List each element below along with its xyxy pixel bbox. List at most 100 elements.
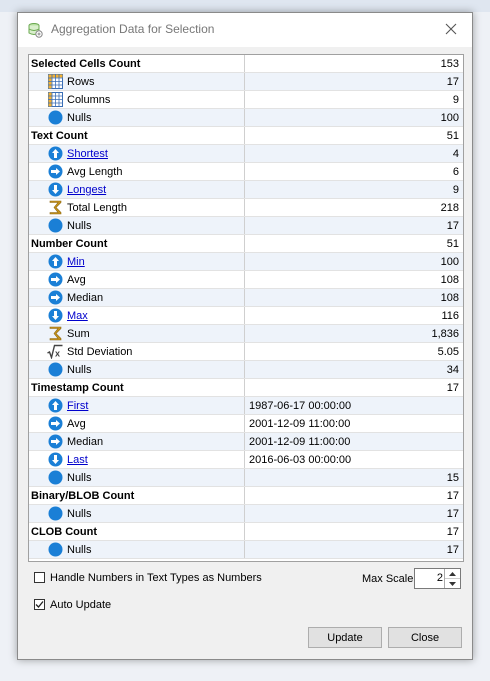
value-cell: 9 [452, 183, 459, 196]
section-header-label: Text Count [31, 129, 88, 142]
name-cell: Total Length [29, 199, 245, 216]
stat-link[interactable]: Longest [67, 184, 106, 196]
arrow-up-icon [47, 398, 63, 414]
handle-numbers-checkbox[interactable] [34, 572, 45, 583]
columns-grid-icon [47, 92, 63, 108]
value-cell: 34 [446, 363, 459, 376]
arrow-right-icon [47, 290, 63, 306]
stat-link[interactable]: Last [67, 454, 88, 466]
stat-link[interactable]: First [67, 400, 88, 412]
stat-row: x Std Deviation 5.05 [29, 343, 463, 361]
stat-row: Avg 108 [29, 271, 463, 289]
sqrt-icon: x [47, 344, 63, 360]
max-scale-spinner[interactable]: 2 [414, 568, 461, 589]
value-cell: 100 [440, 255, 459, 268]
name-cell: Longest [29, 181, 245, 198]
null-circle-icon [47, 470, 63, 486]
stat-row: Nulls 100 [29, 109, 463, 127]
stat-row: Last 2016-06-03 00:00:00 [29, 451, 463, 469]
value-cell: 1987-06-17 00:00:00 [249, 399, 352, 412]
value-cell: 1,836 [431, 327, 459, 340]
name-cell: Nulls [29, 469, 245, 486]
window-title: Aggregation Data for Selection [51, 22, 215, 36]
section-header-label: Binary/BLOB Count [31, 489, 135, 502]
sigma-icon [47, 200, 63, 216]
null-circle-icon [47, 110, 63, 126]
max-scale-label: Max Scale [362, 573, 414, 585]
background-strip [0, 0, 490, 12]
null-circle-icon [47, 218, 63, 234]
value-cell: 17 [446, 543, 459, 556]
value-cell: 2001-12-09 11:00:00 [249, 417, 351, 430]
name-cell: x Std Deviation [29, 343, 245, 360]
null-circle-icon [47, 506, 63, 522]
value-cell: 218 [440, 201, 459, 214]
arrow-down-icon [47, 452, 63, 468]
stat-row: Avg Length 6 [29, 163, 463, 181]
name-cell: Last [29, 451, 245, 468]
stat-label: Columns [67, 93, 111, 106]
name-cell: Nulls [29, 541, 245, 558]
name-cell: Nulls [29, 109, 245, 126]
auto-update-label: Auto Update [50, 599, 112, 611]
name-cell: Nulls [29, 217, 245, 234]
name-cell: CLOB Count [29, 523, 245, 540]
null-circle-icon [47, 542, 63, 558]
section-header-row: Text Count 51 [29, 127, 463, 145]
stat-link[interactable]: Max [67, 310, 88, 322]
name-cell: Binary/BLOB Count [29, 487, 245, 504]
close-button[interactable]: Close [388, 627, 462, 648]
spinner-up-icon[interactable] [445, 569, 460, 579]
name-cell: Columns [29, 91, 245, 108]
section-header-row: CLOB Count 17 [29, 523, 463, 541]
title-bar: Aggregation Data for Selection [18, 13, 472, 47]
stat-row: Nulls 15 [29, 469, 463, 487]
spinner-down-icon[interactable] [445, 579, 460, 588]
value-cell: 108 [440, 291, 459, 304]
name-cell: Timestamp Count [29, 379, 245, 396]
name-cell: Nulls [29, 361, 245, 378]
arrow-up-icon [47, 254, 63, 270]
stat-label: Median [67, 291, 104, 304]
stat-label: Std Deviation [67, 345, 133, 358]
arrow-right-icon [47, 434, 63, 450]
value-cell: 17 [446, 507, 459, 520]
stat-link[interactable]: Min [67, 256, 85, 268]
arrow-right-icon [47, 272, 63, 288]
update-button[interactable]: Update [308, 627, 382, 648]
stat-row: Min 100 [29, 253, 463, 271]
arrow-right-icon [47, 164, 63, 180]
stat-row: Max 116 [29, 307, 463, 325]
name-cell: Text Count [29, 127, 245, 144]
stat-label: Nulls [67, 543, 92, 556]
value-cell: 17 [446, 381, 459, 394]
close-icon[interactable] [436, 15, 466, 43]
stat-row: Sum 1,836 [29, 325, 463, 343]
section-header-row: Timestamp Count 17 [29, 379, 463, 397]
value-cell: 108 [440, 273, 459, 286]
stat-row: First 1987-06-17 00:00:00 [29, 397, 463, 415]
name-cell: Nulls [29, 505, 245, 522]
database-app-icon [27, 22, 43, 38]
stat-row: Avg 2001-12-09 11:00:00 [29, 415, 463, 433]
name-cell: Shortest [29, 145, 245, 162]
value-cell: 116 [441, 309, 459, 322]
section-header-row: Number Count 51 [29, 235, 463, 253]
handle-numbers-label: Handle Numbers in Text Types as Numbers [50, 572, 262, 584]
aggregation-table[interactable]: Selected Cells Count 153 Rows 17 Columns 9 Nul… [28, 54, 464, 562]
stat-link[interactable]: Shortest [67, 148, 108, 160]
stat-label: Nulls [67, 471, 92, 484]
stat-row: Total Length 218 [29, 199, 463, 217]
section-header-row: Selected Cells Count 153 [29, 55, 463, 73]
value-cell: 2001-12-09 11:00:00 [249, 435, 351, 448]
arrow-down-icon [47, 182, 63, 198]
auto-update-checkbox[interactable] [34, 599, 45, 610]
stat-row: Shortest 4 [29, 145, 463, 163]
name-cell: Median [29, 289, 245, 306]
stat-label: Nulls [67, 363, 92, 376]
stat-label: Avg [67, 417, 86, 430]
value-cell: 17 [446, 525, 459, 538]
name-cell: Sum [29, 325, 245, 342]
stat-label: Nulls [67, 507, 92, 520]
arrow-up-icon [47, 146, 63, 162]
